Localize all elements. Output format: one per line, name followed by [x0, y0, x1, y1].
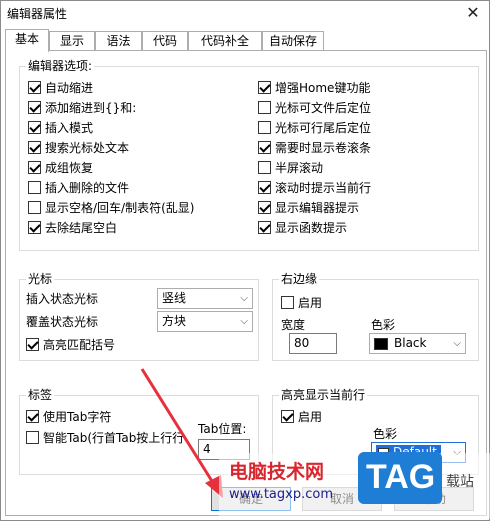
- tab-basic[interactable]: 基本: [5, 29, 49, 52]
- tag-logo: TAG: [358, 452, 442, 504]
- properties-dialog: 编辑器属性 ✕ 基本 显示 语法 代码 代码补全 自动保存 编辑器选项: 自动缩…: [0, 0, 490, 521]
- watermark-side-text: 载站: [446, 474, 474, 490]
- watermark-url: www.tagxp.com: [229, 487, 333, 502]
- annotation-arrow-icon: [140, 368, 223, 498]
- tag-logo-text: TAG: [366, 458, 436, 496]
- watermark-site-name: 电脑技术网: [229, 461, 325, 483]
